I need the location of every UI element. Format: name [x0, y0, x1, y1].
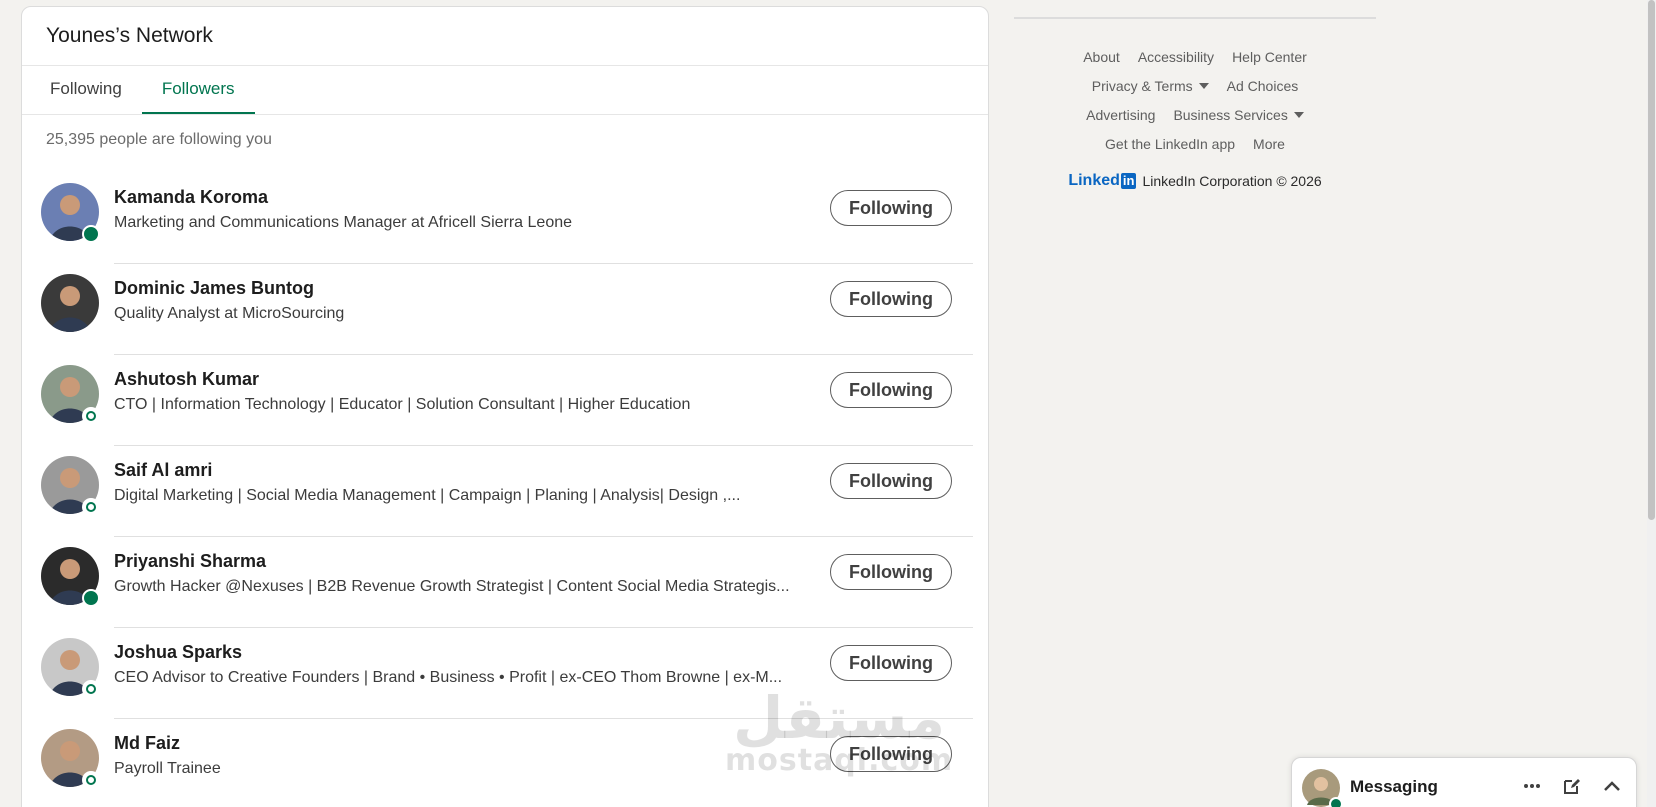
page: Younes’s Network Following Followers 25,… [0, 0, 1656, 807]
follower-row: Priyanshi Sharma Growth Hacker @Nexuses … [22, 537, 988, 628]
footer-link[interactable]: Accessibility [1138, 49, 1214, 65]
following-button[interactable]: Following [830, 190, 952, 226]
messaging-bar[interactable]: Messaging [1291, 757, 1637, 807]
tab-bar: Following Followers [22, 66, 988, 115]
footer-link-label: Advertising [1086, 106, 1156, 123]
footer-link-label: Accessibility [1137, 48, 1215, 65]
profile-avatar[interactable] [41, 638, 100, 698]
linkedin-logo-box: in [1120, 173, 1137, 189]
follower-headline: Digital Marketing | Social Media Managem… [114, 487, 741, 504]
footer-divider [1014, 17, 1376, 19]
following-button[interactable]: Following [830, 645, 952, 681]
presence-indicator [1329, 797, 1343, 807]
footer-link-label: Help Center [1232, 48, 1307, 65]
footer-link-label: Business Services [1173, 106, 1288, 123]
follower-row: Md Faiz Payroll Trainee Following [22, 719, 988, 807]
caret-down-icon [1198, 82, 1209, 89]
card-header: Younes’s Network [22, 7, 988, 66]
profile-avatar[interactable] [41, 547, 100, 607]
follower-row: Ashutosh Kumar CTO | Information Technol… [22, 355, 988, 446]
page-title: Younes’s Network [46, 24, 213, 47]
footer-link-label: More [1253, 135, 1285, 152]
messaging-title: Messaging [1350, 777, 1438, 796]
tab-following[interactable]: Following [30, 66, 142, 114]
following-button[interactable]: Following [830, 736, 952, 772]
messaging-actions [1522, 776, 1622, 796]
follower-row: Saif Al amri Digital Marketing | Social … [22, 446, 988, 537]
footer-links: About Accessibility Help Center Privacy & T… [1014, 42, 1376, 158]
profile-avatar[interactable] [41, 729, 100, 789]
footer-link-label: Privacy & Terms [1091, 77, 1193, 94]
follower-name[interactable]: Kamanda Koroma [114, 187, 268, 208]
profile-avatar[interactable] [41, 456, 100, 516]
tab-followers[interactable]: Followers [141, 66, 255, 114]
footer-link-label: About [1083, 48, 1120, 65]
follower-name[interactable]: Dominic James Buntog [114, 278, 314, 299]
follower-count: 25,395 people are following you [46, 131, 272, 148]
follower-headline: CTO | Information Technology | Educator … [114, 396, 691, 413]
footer-link-row: Privacy & Terms Ad Choices [1014, 71, 1376, 100]
follower-headline: CEO Advisor to Creative Founders | Brand… [114, 669, 783, 686]
follower-row: Joshua Sparks CEO Advisor to Creative Fo… [22, 628, 988, 719]
my-avatar[interactable] [1302, 769, 1343, 807]
footer-link-row: About Accessibility Help Center [1014, 42, 1376, 71]
linkedin-logo-text: Linked [1068, 172, 1120, 189]
follower-headline: Payroll Trainee [114, 760, 221, 777]
follower-name[interactable]: Ashutosh Kumar [114, 369, 259, 390]
profile-avatar[interactable] [41, 274, 99, 332]
follower-name[interactable]: Joshua Sparks [114, 642, 242, 663]
footer-link[interactable]: Advertising [1086, 107, 1155, 123]
profile-avatar[interactable] [41, 183, 100, 243]
footer-link[interactable]: Privacy & Terms [1092, 78, 1209, 94]
following-button[interactable]: Following [830, 463, 952, 499]
presence-indicator [82, 225, 100, 243]
presence-indicator [82, 589, 100, 607]
footer-link[interactable]: Get the LinkedIn app [1105, 136, 1235, 152]
linkedin-logo[interactable]: Linked in [1068, 172, 1137, 190]
follower-headline: Quality Analyst at MicroSourcing [114, 305, 345, 322]
footer-link[interactable]: More [1253, 136, 1285, 152]
follower-name[interactable]: Md Faiz [114, 733, 180, 754]
footer-link-row: Get the LinkedIn app More [1014, 129, 1376, 158]
following-button[interactable]: Following [830, 372, 952, 408]
follower-row: Dominic James Buntog Quality Analyst at … [22, 264, 988, 355]
page-scrollbar[interactable] [1647, 0, 1656, 807]
footer-link-label: Ad Choices [1226, 77, 1299, 94]
footer-link[interactable]: Help Center [1232, 49, 1307, 65]
caret-down-icon [1293, 111, 1304, 118]
avatar-image [41, 274, 99, 332]
follower-headline: Growth Hacker @Nexuses | B2B Revenue Gro… [114, 578, 790, 595]
profile-avatar[interactable] [41, 365, 100, 425]
footer-link-row: Advertising Business Services [1014, 100, 1376, 129]
footer-link-label: Get the LinkedIn app [1105, 135, 1236, 152]
follower-headline: Marketing and Communications Manager at … [114, 214, 573, 231]
presence-indicator [82, 680, 100, 698]
corporation-text: LinkedIn Corporation © 2026 [1142, 173, 1322, 189]
footer-link[interactable]: Ad Choices [1227, 78, 1299, 94]
presence-indicator [82, 498, 100, 516]
follower-name[interactable]: Saif Al amri [114, 460, 212, 481]
network-card: Younes’s Network Following Followers 25,… [21, 6, 989, 807]
followers-list: Kamanda Koroma Marketing and Communicati… [22, 173, 988, 807]
following-button[interactable]: Following [830, 554, 952, 590]
follower-row: Kamanda Koroma Marketing and Communicati… [22, 173, 988, 264]
follower-name[interactable]: Priyanshi Sharma [114, 551, 266, 572]
presence-indicator [82, 407, 100, 425]
chevron-up-icon[interactable] [1602, 776, 1622, 796]
corporation-line: Linked in LinkedIn Corporation © 2026 [1014, 172, 1376, 190]
presence-indicator [82, 771, 100, 789]
compose-icon[interactable] [1562, 776, 1582, 796]
scrollbar-thumb[interactable] [1648, 0, 1655, 520]
following-button[interactable]: Following [830, 281, 952, 317]
footer-link[interactable]: About [1083, 49, 1120, 65]
footer-link[interactable]: Business Services [1173, 106, 1304, 123]
more-icon[interactable] [1522, 776, 1542, 796]
